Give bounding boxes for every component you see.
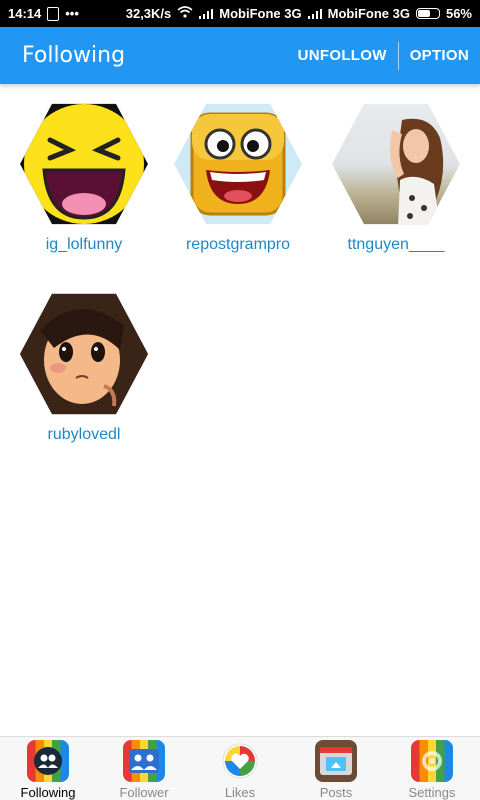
avatar[interactable] xyxy=(332,103,460,225)
anime-girl-drawing-icon xyxy=(20,293,148,415)
signal-icon xyxy=(307,8,322,19)
status-time: 14:14 xyxy=(8,6,42,21)
avatar[interactable] xyxy=(20,293,148,415)
notification-dots: ••• xyxy=(65,6,79,21)
tab-label: Likes xyxy=(224,785,256,800)
avatar[interactable] xyxy=(174,103,302,225)
follower-icon xyxy=(123,740,165,782)
avatar[interactable] xyxy=(20,103,148,225)
tab-likes[interactable]: Likes xyxy=(192,737,288,800)
username[interactable]: repostgrampro xyxy=(158,236,318,254)
smiling-box-face-icon xyxy=(190,112,286,216)
user-card[interactable]: ig_lolfunny xyxy=(4,100,164,254)
username[interactable]: ig_lolfunny xyxy=(4,236,164,254)
status-bar: 14:14 ••• 32,3K/s MobiFone 3G MobiFone 3… xyxy=(0,0,480,27)
username[interactable]: ttnguyen____ xyxy=(316,236,476,254)
tab-follower[interactable]: Follower xyxy=(96,737,192,800)
option-button[interactable]: OPTION xyxy=(399,47,480,64)
tab-settings[interactable]: Settings xyxy=(384,737,480,800)
tab-label: Posts xyxy=(319,785,353,800)
settings-icon xyxy=(411,740,453,782)
app-bar: Following UNFOLLOW OPTION xyxy=(0,27,480,84)
tab-label: Settings xyxy=(408,785,456,800)
sim-icon xyxy=(47,6,60,21)
battery-icon xyxy=(415,8,440,19)
posts-icon xyxy=(315,740,357,782)
tab-following[interactable]: Following xyxy=(0,737,96,800)
signal-icon xyxy=(199,8,214,19)
network-speed: 32,3K/s xyxy=(125,6,172,21)
unfollow-button[interactable]: UNFOLLOW xyxy=(287,47,398,64)
user-card[interactable]: ttnguyen____ xyxy=(316,100,476,254)
battery-percent: 56% xyxy=(445,6,472,21)
page-title: Following xyxy=(22,43,126,68)
bottom-nav: Following Follower Likes Posts Settings xyxy=(0,736,480,800)
woman-photo-icon xyxy=(390,118,444,225)
tab-label: Follower xyxy=(119,785,169,800)
username[interactable]: rubylovedl xyxy=(4,426,164,444)
tab-label: Following xyxy=(20,785,76,800)
laughing-emoji-icon xyxy=(24,104,144,224)
carrier-1: MobiFone 3G xyxy=(219,6,302,21)
user-card[interactable]: repostgrampro xyxy=(158,100,318,254)
wifi-icon xyxy=(177,6,193,21)
likes-icon xyxy=(219,740,261,782)
user-card[interactable]: rubylovedl xyxy=(4,290,164,444)
following-icon xyxy=(27,740,69,782)
carrier-2: MobiFone 3G xyxy=(327,6,410,21)
tab-posts[interactable]: Posts xyxy=(288,737,384,800)
